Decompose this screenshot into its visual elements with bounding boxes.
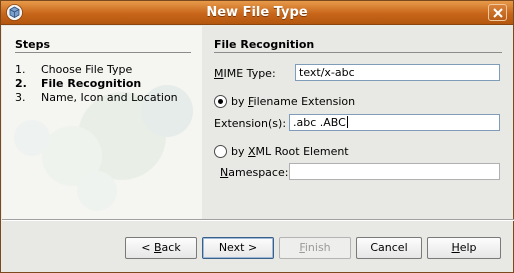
by-filename-extension-radio[interactable] [214,95,227,108]
panel-divider [214,52,502,53]
close-button[interactable] [488,4,507,21]
next-button[interactable]: Next > [202,237,274,259]
by-filename-extension-label[interactable]: by Filename Extension [231,95,355,108]
extensions-label: Extension(s): [214,117,287,130]
mime-type-label: MIME Type: [214,67,276,80]
namespace-input[interactable] [289,163,500,180]
text-caret [346,116,348,128]
button-bar-separator [2,219,514,221]
file-recognition-panel: File Recognition MIME Type: text/x-abc b… [203,26,513,219]
step-item-current: 2. File Recognition [15,77,142,90]
cancel-button[interactable]: Cancel [356,237,422,259]
step-label: File Recognition [41,77,142,90]
finish-button[interactable]: Finish [279,237,351,259]
back-button[interactable]: < Back [125,237,197,259]
steps-divider [15,52,191,53]
namespace-label: Namespace: [220,166,289,179]
by-xml-root-element-radio[interactable] [214,145,227,158]
steps-panel: Steps 1. Choose File Type 2. File Recognit… [2,26,202,219]
step-item: 1. Choose File Type [15,63,133,76]
by-xml-root-element-label[interactable]: by XML Root Element [231,145,349,158]
extensions-input[interactable]: .abc .ABC [289,114,500,131]
help-button[interactable]: Help [427,237,501,259]
title-bar[interactable]: New File Type [1,1,513,25]
new-file-type-dialog: New File Type Steps 1. Choose File Type 2… [0,0,514,273]
window-title: New File Type [206,5,308,20]
step-label: Name, Icon and Location [41,91,178,104]
steps-heading: Steps [15,38,51,51]
panel-heading: File Recognition [214,38,315,51]
decorative-splash-graphic [14,85,193,211]
step-label: Choose File Type [41,63,133,76]
close-icon [493,8,503,18]
step-item: 3. Name, Icon and Location [15,91,178,104]
mime-type-input[interactable]: text/x-abc [295,64,500,81]
